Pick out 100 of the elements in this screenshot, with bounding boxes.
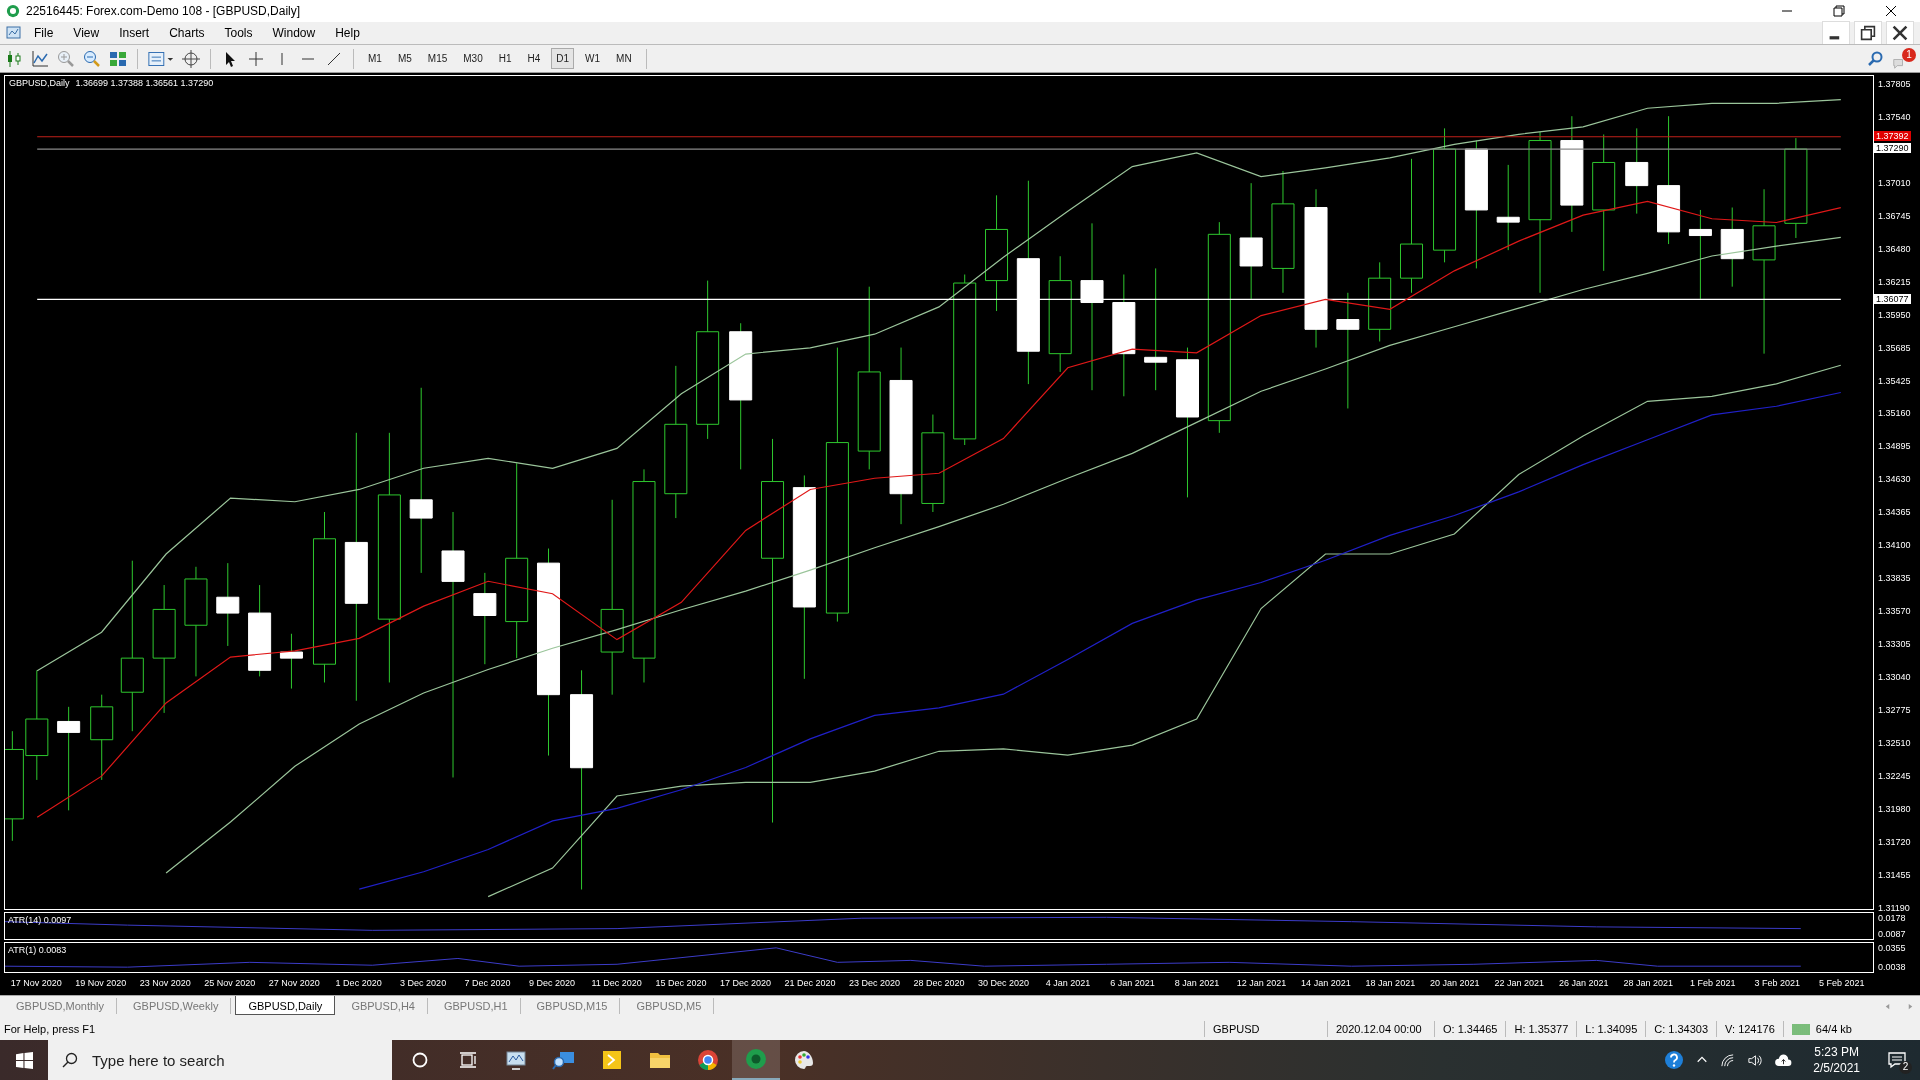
chart-tab[interactable]: GBPUSD,Daily	[235, 996, 336, 1015]
wifi-icon[interactable]	[1720, 1052, 1736, 1068]
price-tag: 1.37290	[1874, 143, 1911, 154]
close-icon[interactable]	[1885, 5, 1897, 17]
date-axis-label: 18 Jan 2021	[1365, 978, 1416, 989]
cloud-upload-icon[interactable]	[1774, 1053, 1794, 1067]
timeframe-button[interactable]: D1	[551, 48, 575, 69]
menu-item[interactable]: Tools	[216, 24, 261, 42]
price-axis-label: 1.33835	[1878, 573, 1911, 584]
date-axis-label: 3 Feb 2021	[1754, 978, 1801, 989]
cortana-circle-icon[interactable]	[412, 1052, 428, 1068]
price-axis-label: 1.35950	[1878, 310, 1911, 321]
date-axis-label: 14 Jan 2021	[1301, 978, 1351, 989]
line-chart-icon[interactable]	[30, 48, 50, 69]
menu-item[interactable]: View	[65, 24, 108, 42]
menu-item[interactable]: Charts	[161, 24, 213, 42]
price-axis-label: 1.37540	[1878, 112, 1911, 123]
chart-tab[interactable]: GBPUSD,H1	[431, 998, 521, 1014]
status-help-text: For Help, press F1	[3, 1022, 97, 1035]
timeframe-button[interactable]: MN	[611, 48, 637, 69]
date-axis-label: 12 Jan 2021	[1236, 978, 1287, 989]
menu-item[interactable]: File	[26, 24, 62, 42]
timeframe-button[interactable]: M30	[458, 48, 488, 69]
notification-badge: 1	[1902, 47, 1916, 62]
help-tray-icon[interactable]	[1664, 1050, 1685, 1070]
menu-item[interactable]: Window	[264, 24, 324, 42]
chart-tab[interactable]: GBPUSD,H4	[339, 998, 428, 1014]
date-axis-label: 15 Dec 2020	[655, 978, 707, 989]
date-axis-label: 27 Nov 2020	[268, 978, 320, 989]
price-axis-label: 1.31190	[1878, 902, 1910, 913]
menu-item[interactable]: Insert	[111, 24, 158, 42]
speaker-icon[interactable]	[1747, 1052, 1763, 1068]
price-axis-label: 1.33040	[1878, 672, 1911, 683]
price-axis-label: 1.35425	[1878, 375, 1911, 386]
clock-time[interactable]: 5:23 PM	[1814, 1045, 1859, 1059]
chart-tab[interactable]: GBPUSD,M15	[524, 998, 621, 1014]
clock-date[interactable]: 2/5/2021	[1813, 1061, 1860, 1075]
status-high: H: 1.35377	[1505, 1020, 1577, 1037]
chart-tab[interactable]: GBPUSD,M5	[624, 998, 715, 1014]
indicator-axis-label: 0.0087	[1878, 929, 1907, 939]
date-axis-label: 28 Jan 2021	[1623, 978, 1674, 989]
child-close-icon[interactable]	[1886, 21, 1914, 45]
menu-item[interactable]: Help	[327, 24, 368, 42]
price-axis-label: 1.33570	[1878, 606, 1911, 617]
date-axis-label: 22 Jan 2021	[1494, 978, 1545, 989]
date-axis-label: 1 Dec 2020	[335, 978, 382, 989]
price-axis-label: 1.31980	[1878, 804, 1911, 815]
chart-document-icon[interactable]	[6, 25, 22, 41]
chart-tab[interactable]: GBPUSD,Weekly	[121, 998, 232, 1014]
chart-symbol: GBPUSD,Daily	[9, 78, 70, 88]
indicator-label: ATR(1) 0.0083	[8, 945, 67, 955]
price-axis-label: 1.36480	[1878, 244, 1911, 255]
taskbar-search-field[interactable]: Type here to search	[48, 1040, 392, 1080]
restore-icon[interactable]	[1833, 5, 1845, 17]
chart-monitor-icon[interactable]	[504, 1048, 528, 1072]
status-time: 2020.12.04 00:00	[1327, 1020, 1434, 1037]
child-restore-icon[interactable]	[1854, 21, 1882, 45]
timeframe-button[interactable]: M15	[422, 48, 453, 69]
window-title: 22516445: Forex.com-Demo 108 - [GBPUSD,Daily]	[26, 4, 301, 18]
chart-tab[interactable]: GBPUSD,Monthly	[4, 998, 118, 1014]
timeframe-button[interactable]: M1	[363, 48, 387, 69]
task-view-icon[interactable]	[459, 1052, 477, 1068]
price-axis-label: 1.34895	[1878, 441, 1911, 452]
timeframe-button[interactable]: W1	[580, 48, 606, 69]
date-axis-label: 4 Jan 2021	[1045, 978, 1091, 989]
indicator-axis-label: 0.0038	[1878, 962, 1907, 972]
timeframe-button[interactable]: M5	[392, 48, 417, 69]
price-axis-label: 1.37805	[1878, 79, 1911, 90]
status-volume: V: 124176	[1716, 1020, 1783, 1037]
price-axis-label: 1.35160	[1878, 408, 1911, 419]
price-tag: 1.36077	[1874, 294, 1911, 305]
timeframe-button[interactable]: H4	[522, 48, 546, 69]
child-minimize-icon[interactable]	[1822, 21, 1850, 45]
candlestick	[279, 633, 303, 690]
date-axis-label: 7 Dec 2020	[464, 978, 511, 989]
date-axis-label: 5 Feb 2021	[1819, 978, 1865, 989]
date-axis-label: 19 Nov 2020	[75, 978, 127, 989]
sticky-note-icon[interactable]	[600, 1048, 624, 1072]
browser-icon[interactable]	[696, 1048, 720, 1072]
price-axis-label: 1.33305	[1878, 639, 1911, 650]
status-low: L: 1.34095	[1576, 1020, 1646, 1037]
date-axis-label: 23 Dec 2020	[849, 978, 901, 989]
status-close: C: 1.34303	[1645, 1020, 1717, 1037]
price-axis-label: 1.31720	[1878, 836, 1911, 847]
crosshair-target-icon[interactable]	[181, 48, 201, 69]
search-icon	[62, 1052, 78, 1068]
zoom-out-icon[interactable]	[82, 48, 102, 69]
date-axis-label: 3 Dec 2020	[400, 978, 447, 989]
date-axis-label: 20 Jan 2021	[1430, 978, 1480, 989]
action-center-icon[interactable]	[1887, 1050, 1907, 1070]
paint-palette-icon[interactable]	[792, 1048, 816, 1072]
price-axis-label: 1.37010	[1878, 178, 1911, 189]
indicator-axis-label: 0.0355	[1878, 943, 1907, 953]
date-axis-label: 8 Jan 2021	[1174, 978, 1220, 989]
date-axis-label: 17 Nov 2020	[10, 978, 62, 989]
windows-logo-icon[interactable]	[15, 1051, 33, 1069]
timeframe-button[interactable]: H1	[493, 48, 517, 69]
notification-count: 2	[1899, 1061, 1912, 1074]
date-axis-label: 25 Nov 2020	[204, 978, 256, 989]
price-axis-label: 1.32245	[1878, 771, 1911, 782]
